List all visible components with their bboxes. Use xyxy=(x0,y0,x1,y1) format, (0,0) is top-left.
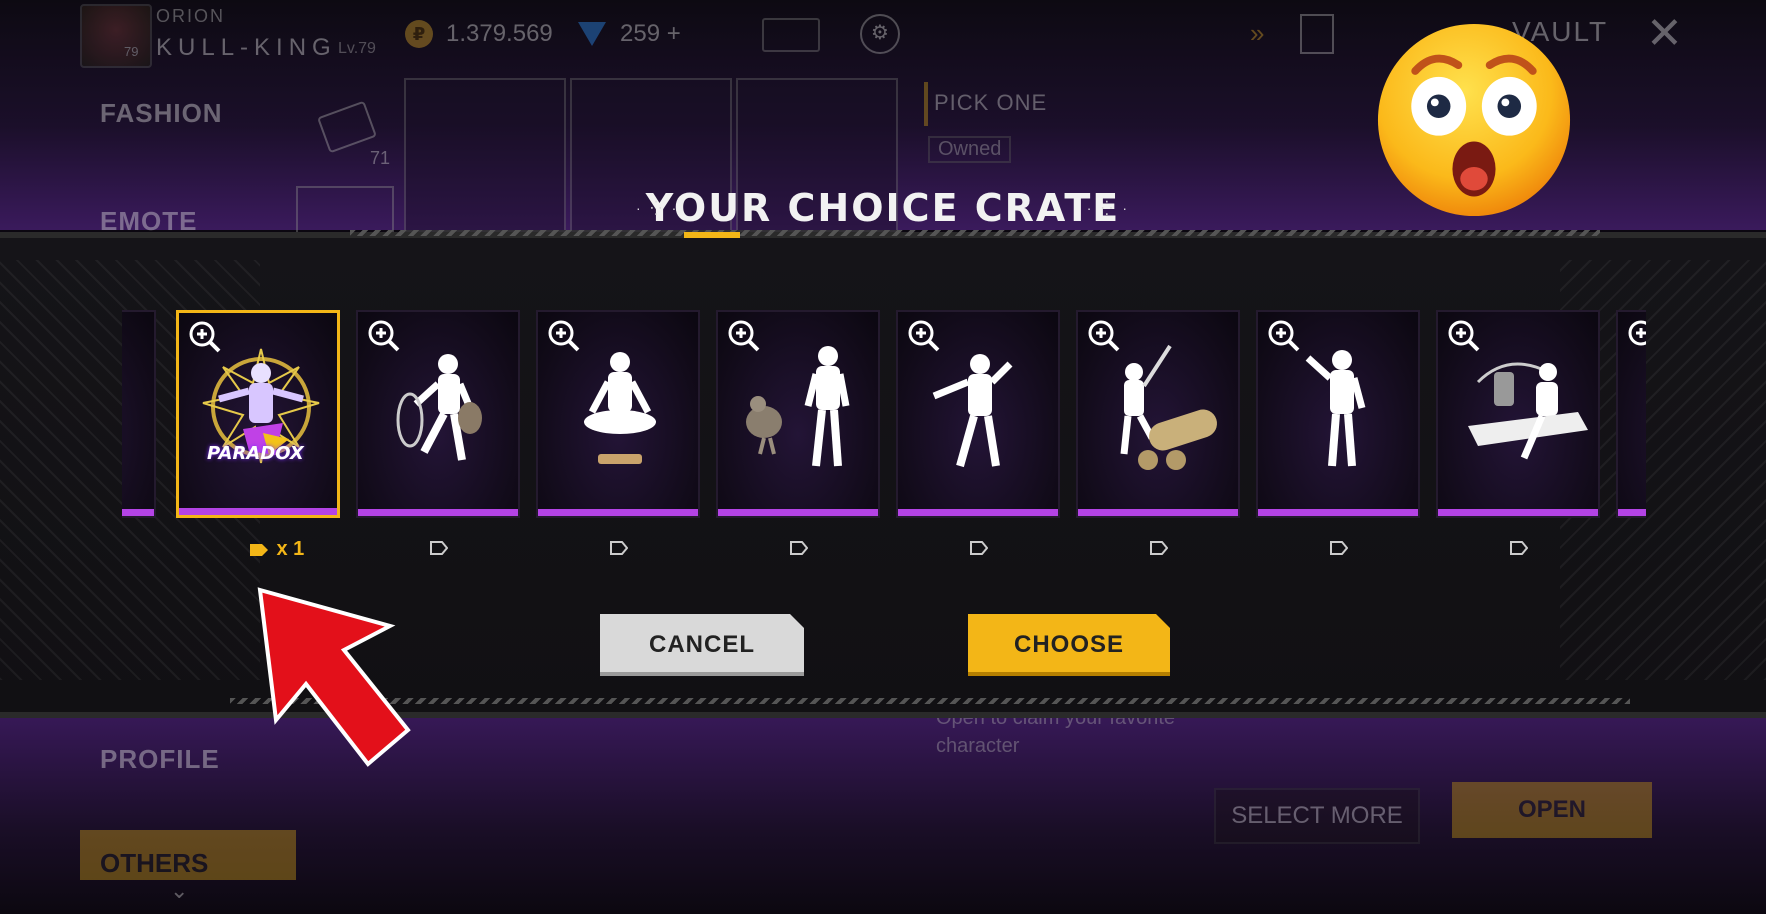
item-count: 71 xyxy=(370,148,391,168)
select-more-button[interactable]: SELECT MORE xyxy=(1214,788,1420,844)
avatar[interactable] xyxy=(80,4,152,68)
dance-emote-icon xyxy=(932,354,1013,468)
paradox-emote-icon xyxy=(202,348,320,464)
modal-title: YOUR CHOICE CRATE xyxy=(645,186,1121,230)
emote-card-meditation[interactable] xyxy=(536,310,700,518)
tag-icon xyxy=(430,541,448,555)
modal-hatch-bottom xyxy=(230,698,1630,704)
tag-icon xyxy=(790,541,808,555)
rarity-bar xyxy=(179,508,337,515)
emote-card-jet[interactable] xyxy=(1436,310,1600,518)
meditation-emote-icon xyxy=(584,352,656,464)
cannon-emote-icon xyxy=(1120,344,1217,470)
rarity-bar xyxy=(1618,509,1646,516)
crate-card[interactable] xyxy=(404,78,566,232)
rarity-bar xyxy=(898,509,1058,516)
emote-card-lasso[interactable] xyxy=(356,310,520,518)
emote-card-peace[interactable] xyxy=(1256,310,1420,518)
tag-icon xyxy=(1330,541,1348,555)
tag-icon xyxy=(970,541,988,555)
chevron-down-icon[interactable]: ⌄ xyxy=(170,878,188,904)
tag-icon xyxy=(1150,541,1168,555)
crate-thumbnail[interactable] xyxy=(296,186,394,234)
peace-sign-emote-icon xyxy=(1305,350,1366,467)
player-tag: ORION xyxy=(156,6,226,26)
player-name: KULL-KING xyxy=(156,34,337,61)
owned-badge: Owned xyxy=(928,136,1012,163)
rarity-bar xyxy=(1258,509,1418,516)
rarity-bar xyxy=(358,509,518,516)
rarity-bar xyxy=(1078,509,1238,516)
double-arrow-icon[interactable]: » xyxy=(1250,18,1264,49)
avatar-level: 79 xyxy=(124,44,139,59)
tag-icon xyxy=(610,541,628,555)
pick-one-label: PICK ONE xyxy=(934,90,1048,115)
player-level: Lv.79 xyxy=(338,40,376,57)
diamond-icon xyxy=(578,22,606,46)
rarity-bar xyxy=(122,509,154,516)
pick-one-accent xyxy=(924,82,928,126)
companion-emote-icon xyxy=(746,346,850,467)
tag-icon xyxy=(1510,541,1528,555)
sidebar-item-others[interactable]: OTHERS xyxy=(80,830,296,880)
selected-quantity: x 1 xyxy=(250,538,304,561)
emote-card-paradox[interactable]: PARADOX xyxy=(176,310,340,518)
emote-card-cannon[interactable] xyxy=(1076,310,1240,518)
choose-button[interactable]: CHOOSE xyxy=(968,614,1170,676)
title-underline xyxy=(684,232,740,238)
emote-card-companion[interactable] xyxy=(716,310,880,518)
tag-icon xyxy=(250,543,268,556)
emote-card-partial[interactable] xyxy=(122,310,156,518)
cancel-button[interactable]: CANCEL xyxy=(600,614,804,676)
lasso-emote-icon xyxy=(396,354,482,461)
sidebar-item-fashion[interactable]: FASHION xyxy=(100,98,223,129)
title-decoration-right: · ⁛ · xyxy=(1086,200,1130,216)
emote-carousel[interactable]: PARADOX xyxy=(122,306,1646,526)
coin-icon: ₽ xyxy=(405,20,433,48)
shocked-emoji-icon xyxy=(1377,23,1571,217)
close-icon[interactable]: ✕ xyxy=(1646,8,1683,59)
paradox-label: PARADOX xyxy=(207,443,304,464)
diamond-balance[interactable]: 259 + xyxy=(620,20,681,48)
coin-balance: 1.379.569 xyxy=(446,20,553,47)
settings-button[interactable]: ⚙ xyxy=(860,14,900,54)
title-decoration-left: · ⁛ · xyxy=(636,200,680,216)
open-button[interactable]: OPEN xyxy=(1452,782,1652,838)
modal-title-wrap: · ⁛ · YOUR CHOICE CRATE · ⁛ · xyxy=(636,186,1127,238)
rarity-bar xyxy=(718,509,878,516)
mail-button[interactable] xyxy=(762,18,820,52)
zoom-icon[interactable] xyxy=(1626,318,1646,354)
sidebar-item-profile[interactable]: PROFILE xyxy=(100,744,220,775)
rarity-bar xyxy=(1438,509,1598,516)
vault-icon[interactable] xyxy=(1300,14,1334,54)
jet-emote-icon xyxy=(1468,362,1588,460)
rarity-bar xyxy=(538,509,698,516)
red-arrow-icon xyxy=(257,587,411,767)
quantity-label: x 1 xyxy=(276,538,305,560)
emote-card-partial[interactable] xyxy=(1616,310,1646,518)
emote-card-dance[interactable] xyxy=(896,310,1060,518)
